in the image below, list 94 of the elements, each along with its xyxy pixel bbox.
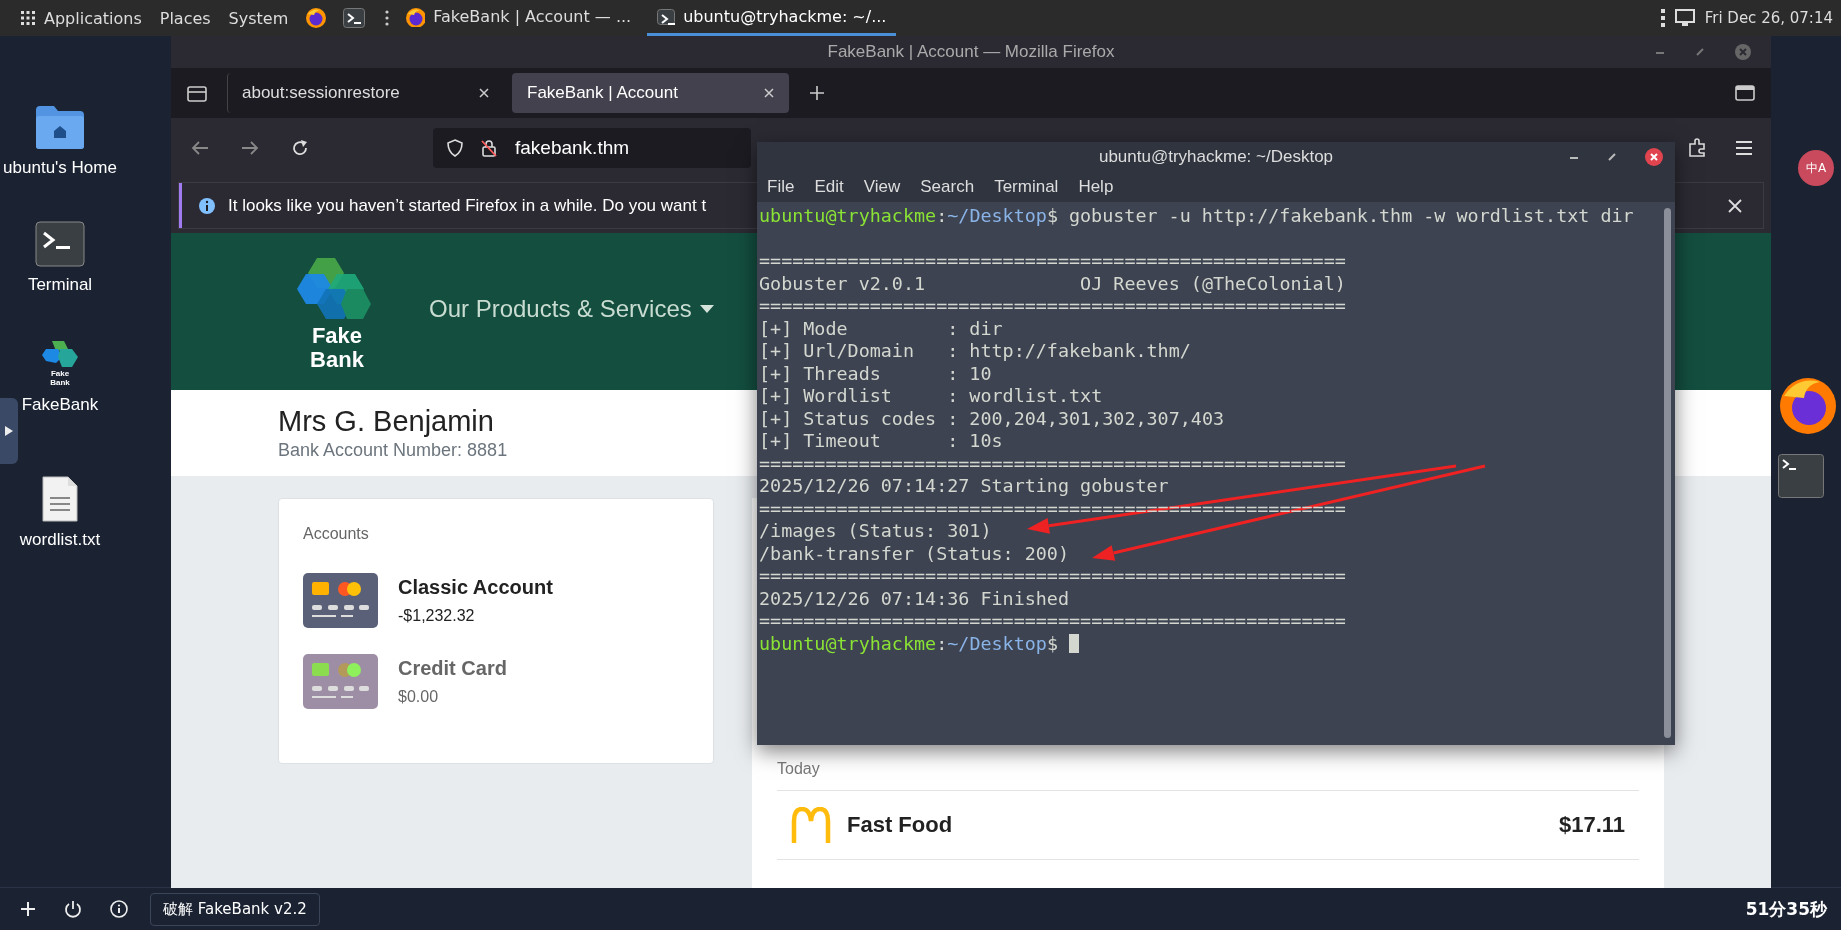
menu-item[interactable]: Edit: [814, 177, 844, 197]
notification-text: It looks like you haven’t started Firefox in a while. Do you want t: [228, 195, 707, 216]
terminal-line: ubuntu@tryhackme:~/Desktop$ gobuster -u http://fakebank.thm -w wordlist.txt dir: [759, 205, 1635, 228]
account-name: Credit Card: [398, 657, 507, 680]
panel-handle[interactable]: [0, 398, 18, 464]
card-title: Accounts: [303, 525, 370, 543]
translate-button[interactable]: 中A: [1798, 150, 1834, 186]
account-number: Bank Account Number: 8881: [278, 440, 508, 461]
tab-list-icon[interactable]: [187, 84, 207, 102]
terminal-line: =====================================================: [759, 452, 1347, 475]
browser-tab[interactable]: about:sessionrestore: [227, 73, 504, 113]
taskbar-button[interactable]: 破解 FakeBank v2.2: [150, 892, 320, 926]
terminal-line: Gobuster v2.0.1 OJ Reeves (@TheColonial): [759, 272, 1347, 295]
grid-icon: [21, 11, 35, 25]
window-icon[interactable]: [1735, 85, 1755, 101]
account-balance: $0.00: [398, 688, 440, 706]
power-icon[interactable]: [64, 900, 82, 918]
close-icon[interactable]: [763, 87, 775, 99]
terminal-line: ubuntu@tryhackme:~/Desktop$: [759, 632, 1664, 655]
maximize-icon[interactable]: [1607, 152, 1617, 162]
icon-label[interactable]: wordlist.txt: [19, 530, 101, 550]
applications-menu[interactable]: Applications: [12, 0, 151, 36]
terminal-line: [+] Timeout : 10s: [759, 430, 1004, 453]
menu-item[interactable]: Search: [920, 177, 975, 197]
panel-menu[interactable]: Places: [150, 0, 220, 36]
arches-icon: [791, 807, 831, 843]
date-heading: Today: [777, 760, 1639, 791]
terminal-line: [+] Url/Domain : http://fakebank.thm/: [759, 340, 1192, 363]
icon-label[interactable]: Terminal: [27, 275, 93, 295]
terminal-line: =====================================================: [759, 565, 1347, 588]
logo-text: Fake Bank: [309, 323, 365, 372]
menu-item[interactable]: Terminal: [994, 177, 1059, 197]
close-icon[interactable]: [1645, 148, 1663, 166]
terminal-icon: [657, 8, 676, 25]
play-icon: [5, 426, 13, 436]
transaction-amount: $17.11: [1558, 812, 1625, 838]
account-item[interactable]: Credit Card $0.00: [303, 654, 689, 709]
browser-icon: [405, 6, 426, 27]
terminal-line: =====================================================: [759, 250, 1347, 273]
scrollbar[interactable]: [1664, 208, 1671, 738]
maximize-icon[interactable]: [1695, 47, 1705, 57]
taskbar-button[interactable]: FakeBank | Account — ...: [395, 0, 642, 36]
menu-item[interactable]: View: [863, 177, 901, 197]
account-name: Classic Account: [398, 576, 553, 599]
app-icon[interactable]: Fake Bank: [36, 341, 84, 387]
close-icon[interactable]: [1727, 197, 1743, 214]
back-icon[interactable]: [191, 140, 209, 156]
logo-icon: [42, 341, 78, 369]
terminal-line: [+] Wordlist : wordlist.txt: [759, 385, 1104, 408]
separator-icon: [385, 9, 390, 27]
forward-icon[interactable]: [241, 140, 259, 156]
nav-dropdown[interactable]: Our Products & Services: [429, 294, 714, 329]
terminal-line: =====================================================: [759, 610, 1347, 633]
terminal-line: =====================================================: [759, 295, 1347, 318]
more-icon[interactable]: [1660, 9, 1665, 27]
info-icon: [198, 196, 216, 215]
info-icon[interactable]: [110, 900, 128, 918]
terminal-line: 2025/12/26 07:14:36 Finished: [759, 587, 1071, 610]
close-icon[interactable]: [478, 87, 490, 99]
timer: 51分35秒: [1745, 897, 1827, 921]
window-title: FakeBank | Account — Mozilla Firefox: [827, 42, 1115, 62]
icon-label[interactable]: ubuntu's Home: [3, 158, 117, 178]
folder-icon[interactable]: [34, 104, 86, 150]
account-balance: -$1,232.32: [398, 607, 476, 625]
customer-name: Mrs G. Benjamin: [278, 405, 494, 438]
transaction-name: Fast Food: [847, 812, 953, 838]
reload-icon[interactable]: [291, 139, 309, 157]
terminal-icon[interactable]: [343, 8, 366, 28]
panel-menu[interactable]: System: [219, 0, 298, 36]
terminal-line: [+] Mode : dir: [759, 317, 1004, 340]
browser-icon[interactable]: [305, 7, 328, 29]
menu-item[interactable]: File: [767, 177, 795, 197]
terminal-line: /images (Status: 301): [759, 520, 993, 543]
icon-label[interactable]: FakeBank: [21, 395, 99, 415]
terminal-line: 2025/12/26 07:14:27 Starting gobuster: [759, 475, 1170, 498]
terminal-line: [+] Threads : 10: [759, 362, 993, 385]
terminal-line: [+] Status codes : 200,204,301,302,307,403: [759, 407, 1226, 430]
account-item[interactable]: Classic Account -$1,232.32: [303, 573, 689, 628]
browser-icon[interactable]: [1778, 376, 1838, 436]
window-title: ubuntu@tryhackme: ~/Desktop: [1098, 147, 1334, 167]
lock-icon[interactable]: [481, 139, 497, 157]
terminal-line: /bank-transfer (Status: 200): [759, 542, 1071, 565]
shield-icon[interactable]: [447, 139, 463, 157]
menu-item[interactable]: Help: [1078, 177, 1114, 197]
menu-icon[interactable]: [1735, 141, 1753, 155]
document-icon[interactable]: [42, 476, 78, 522]
browser-tab[interactable]: FakeBank | Account: [512, 73, 789, 113]
monitor-icon[interactable]: [1674, 9, 1695, 27]
terminal-icon[interactable]: [35, 221, 85, 267]
puzzle-icon[interactable]: [1687, 138, 1707, 158]
address-bar[interactable]: fakebank.thm: [433, 128, 751, 168]
clock[interactable]: Fri Dec 26, 07:14: [1704, 9, 1833, 27]
plus-icon[interactable]: [809, 85, 825, 101]
caret-icon: [699, 304, 714, 313]
